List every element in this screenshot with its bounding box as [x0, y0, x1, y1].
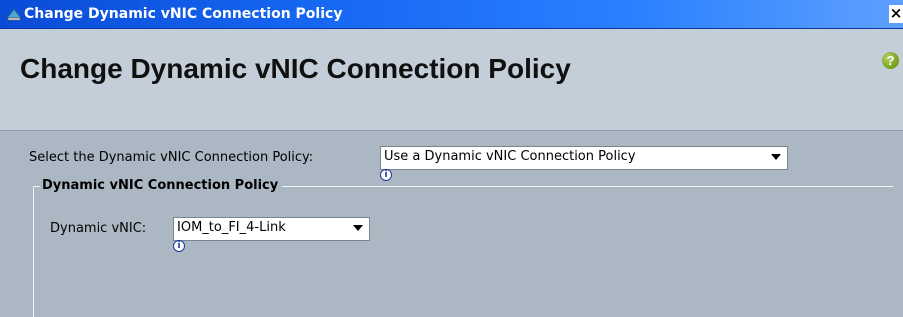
dialog-body: Select the Dynamic vNIC Connection Polic… — [0, 131, 903, 317]
group-legend: Dynamic vNIC Connection Policy — [40, 178, 283, 193]
window-title: Change Dynamic vNIC Connection Policy — [24, 6, 343, 22]
dynamic-vnic-dropdown[interactable]: IOM_to_FI_4-Link — [173, 217, 370, 241]
chevron-down-icon[interactable] — [347, 218, 369, 240]
info-icon[interactable]: i — [173, 240, 185, 252]
dynamic-vnic-value: IOM_to_FI_4-Link — [177, 220, 286, 235]
help-icon[interactable]: ? — [882, 52, 899, 69]
policy-select-value: Use a Dynamic vNIC Connection Policy — [384, 149, 636, 164]
policy-select-label: Select the Dynamic vNIC Connection Polic… — [29, 150, 314, 165]
dialog-header: Change Dynamic vNIC Connection Policy ? — [0, 29, 903, 131]
dynamic-vnic-label: Dynamic vNIC: — [50, 221, 147, 236]
title-bar[interactable]: Change Dynamic vNIC Connection Policy × — [0, 0, 903, 29]
app-icon — [5, 6, 23, 22]
page-title: Change Dynamic vNIC Connection Policy — [20, 53, 571, 84]
dialog-window: Change Dynamic vNIC Connection Policy × … — [0, 0, 903, 317]
close-button[interactable]: × — [889, 5, 903, 23]
chevron-down-icon[interactable] — [765, 147, 787, 169]
info-icon[interactable]: i — [380, 169, 392, 181]
policy-select-dropdown[interactable]: Use a Dynamic vNIC Connection Policy — [380, 146, 788, 170]
dynamic-vnic-policy-group: Dynamic vNIC Connection Policy Dynamic v… — [33, 178, 893, 317]
